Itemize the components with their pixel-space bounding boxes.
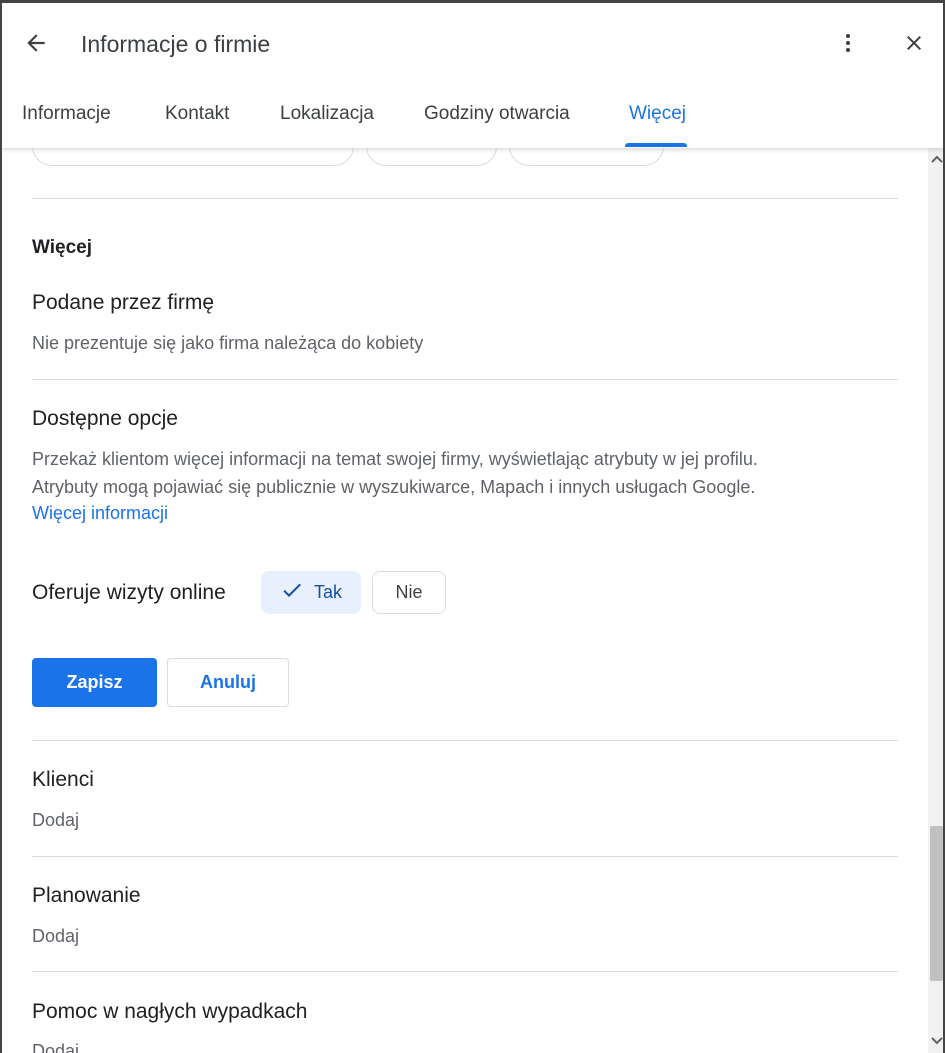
tab-lokalizacja[interactable]: Lokalizacja: [280, 103, 374, 125]
hidden-chip[interactable]: [366, 148, 497, 166]
arrow-back-icon: [23, 30, 49, 61]
yes-label: Tak: [313, 582, 342, 602]
divider: [32, 198, 898, 199]
chevron-down-icon: [930, 1033, 943, 1051]
more-options-button[interactable]: [828, 25, 868, 65]
from-business-title: Podane przez firmę: [32, 291, 215, 314]
available-options-description: Przekaż klientom więcej informacji na te…: [32, 445, 892, 501]
dialog-title: Informacje o firmie: [81, 31, 271, 57]
more-vert-icon: [836, 31, 860, 60]
available-options-title: Dostępne opcje: [32, 407, 178, 430]
hidden-chip[interactable]: [32, 148, 354, 166]
active-tab-indicator: [625, 143, 687, 147]
section-klienci-title[interactable]: Klienci: [32, 768, 94, 792]
cancel-button[interactable]: Anuluj: [167, 658, 289, 707]
section-pomoc-add[interactable]: Dodaj: [32, 1041, 79, 1053]
tab-wiecej[interactable]: Więcej: [629, 103, 686, 125]
yes-toggle-button[interactable]: Tak: [261, 571, 361, 614]
description-line: Przekaż klientom więcej informacji na te…: [32, 449, 758, 469]
divider: [32, 740, 898, 741]
section-pomoc-title[interactable]: Pomoc w nagłych wypadkach: [32, 1000, 307, 1024]
section-heading-more: Więcej: [32, 237, 93, 258]
section-klienci-add[interactable]: Dodaj: [32, 810, 79, 831]
scroll-thumb[interactable]: [930, 826, 943, 981]
hidden-chip[interactable]: [509, 148, 664, 166]
close-icon: [902, 31, 926, 60]
from-business-value: Nie prezentuje się jako firma należąca d…: [32, 333, 424, 353]
tab-bar: Informacje Kontakt Lokalizacja Godziny o…: [2, 93, 943, 148]
section-planowanie-add[interactable]: Dodaj: [32, 926, 79, 947]
check-icon: [280, 578, 314, 607]
divider: [32, 379, 898, 380]
back-button[interactable]: [16, 25, 56, 65]
description-line: Atrybuty mogą pojawiać się publicznie w …: [32, 477, 756, 497]
tab-godziny-otwarcia[interactable]: Godziny otwarcia: [424, 103, 570, 125]
no-label: Nie: [395, 582, 423, 602]
tab-informacje[interactable]: Informacje: [22, 103, 111, 125]
close-button[interactable]: [894, 25, 934, 65]
scroll-up-button[interactable]: [928, 150, 943, 170]
divider: [32, 856, 898, 857]
more-info-link[interactable]: Więcej informacji: [32, 503, 168, 524]
business-info-dialog: Informacje o firmie Informacje Kontakt L…: [0, 0, 945, 1053]
section-planowanie-title[interactable]: Planowanie: [32, 884, 141, 908]
save-button[interactable]: Zapisz: [32, 658, 157, 707]
online-visits-label: Oferuje wizyty online: [32, 581, 226, 604]
tab-kontakt[interactable]: Kontakt: [165, 103, 229, 125]
scrollbar[interactable]: [928, 148, 943, 1053]
scroll-content[interactable]: Więcej Podane przez firmę Nie prezentuje…: [2, 148, 928, 1053]
no-toggle-button[interactable]: Nie: [372, 571, 446, 614]
dialog-header: Informacje o firmie Informacje Kontakt L…: [2, 3, 943, 148]
divider: [32, 971, 898, 972]
scroll-down-button[interactable]: [928, 1032, 943, 1052]
chevron-up-icon: [930, 151, 943, 169]
